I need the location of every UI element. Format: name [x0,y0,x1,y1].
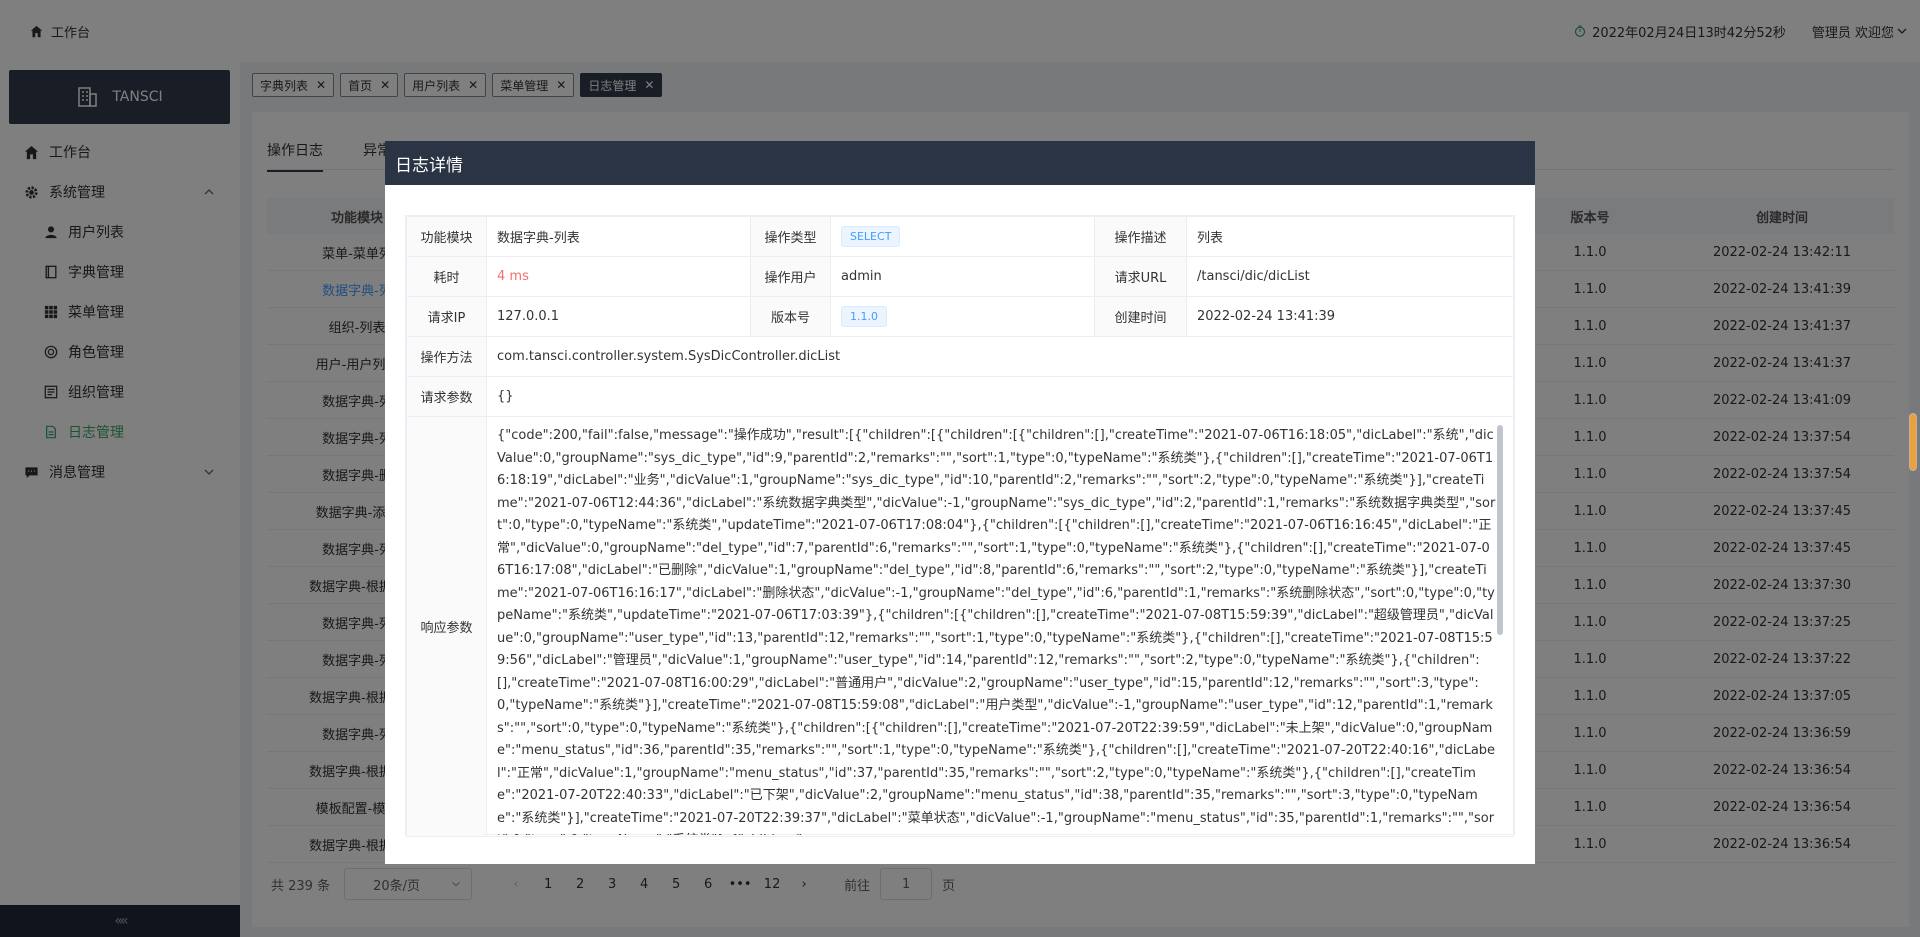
label-resp-params: 响应参数 [406,416,487,837]
value-method: com.tansci.controller.system.SysDicContr… [486,336,1514,377]
label-version: 版本号 [750,296,831,337]
value-op-desc: 列表 [1186,216,1514,257]
label-module: 功能模块 [406,216,487,257]
version-badge: 1.1.0 [841,306,887,327]
response-json-text[interactable]: {"code":200,"fail":false,"message":"操作成功… [487,417,1513,835]
dialog-body: 功能模块 数据字典-列表 操作类型 SELECT 操作描述 列表 耗时 4 ms… [405,215,1515,837]
dialog-title: 日志详情 [395,155,463,176]
label-method: 操作方法 [406,336,487,377]
value-op-user: admin [830,256,1095,297]
value-resp-params-cell: {"code":200,"fail":false,"message":"操作成功… [486,416,1514,837]
value-version-cell: 1.1.0 [830,296,1095,337]
label-req-url: 请求URL [1094,256,1187,297]
page-scrollbar-thumb[interactable] [1909,413,1917,471]
label-cost: 耗时 [406,256,487,297]
label-created: 创建时间 [1094,296,1187,337]
label-op-desc: 操作描述 [1094,216,1187,257]
response-scrollbar[interactable] [1497,425,1503,635]
value-req-params: {} [486,376,1514,417]
label-req-ip: 请求IP [406,296,487,337]
value-req-url: /tansci/dic/dicList [1186,256,1514,297]
label-op-type: 操作类型 [750,216,831,257]
label-req-params: 请求参数 [406,376,487,417]
value-module: 数据字典-列表 [486,216,751,257]
value-req-ip: 127.0.0.1 [486,296,751,337]
value-created: 2022-02-24 13:41:39 [1186,296,1514,337]
label-op-user: 操作用户 [750,256,831,297]
dialog-header: 日志详情 [385,141,1535,185]
value-cost: 4 ms [486,256,751,297]
detail-table: 功能模块 数据字典-列表 操作类型 SELECT 操作描述 列表 耗时 4 ms… [406,216,1514,837]
log-detail-dialog: 日志详情 功能模块 数据字典-列表 操作类型 SELECT 操作描述 列表 耗时… [385,141,1535,864]
value-op-type-cell: SELECT [830,216,1095,257]
op-type-badge: SELECT [841,226,901,247]
